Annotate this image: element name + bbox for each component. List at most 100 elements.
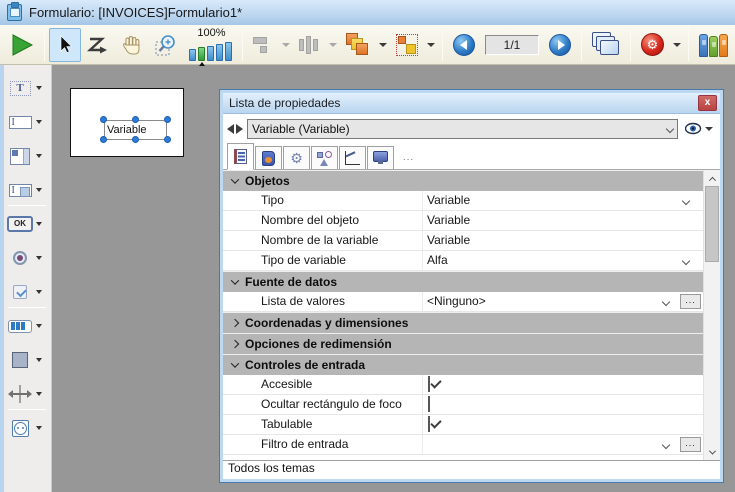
tab-more[interactable]: ... <box>395 146 422 169</box>
sidebar-item-button[interactable]: OK <box>4 211 52 237</box>
play-icon <box>10 33 34 57</box>
chevron-down-icon[interactable] <box>36 86 42 90</box>
sidebar-item-frame[interactable] <box>4 347 52 373</box>
tab-order-button[interactable] <box>81 28 115 62</box>
zoom-level-label: 100% <box>197 28 225 39</box>
selection-handle[interactable] <box>132 136 139 143</box>
actions-dropdown-arrow[interactable] <box>673 43 681 47</box>
section-label: Fuente de datos <box>245 275 337 289</box>
zoom-bars-icon <box>189 40 234 61</box>
prev-page-button[interactable] <box>447 28 481 62</box>
main-toolbar: 100% 1/1 <box>0 25 735 65</box>
tab-display-monitor[interactable] <box>367 146 394 169</box>
chevron-down-icon[interactable] <box>682 197 690 205</box>
sidebar-item-combo-box[interactable]: I <box>4 177 52 203</box>
zoom-tool-button[interactable] <box>149 28 185 62</box>
property-row-filtro-entrada[interactable]: Filtro de entrada ... <box>223 435 703 455</box>
selected-object-label: Variable (Variable) <box>252 122 667 136</box>
chevron-down-icon[interactable] <box>36 324 42 328</box>
ok-button-icon: OK <box>7 216 33 232</box>
chevron-down-icon[interactable] <box>36 392 42 396</box>
run-button[interactable] <box>4 28 40 62</box>
form-designer-window: Formulario: [INVOICES]Formulario1* <box>0 0 735 492</box>
ellipsis-button[interactable]: ... <box>680 294 701 309</box>
chevron-down-icon[interactable] <box>36 290 42 294</box>
chevron-down-icon[interactable] <box>36 120 42 124</box>
pan-tool-button[interactable] <box>115 28 149 62</box>
tab-objects-shapes[interactable] <box>311 146 338 169</box>
selection-handle[interactable] <box>164 136 171 143</box>
sidebar-item-edit-field[interactable]: I <box>4 109 52 135</box>
section-header-controles-entrada[interactable]: Controles de entrada <box>223 354 703 375</box>
chevron-down-icon[interactable] <box>662 298 670 306</box>
sidebar-item-progress-bar[interactable] <box>4 313 52 339</box>
scrollbar-thumb[interactable] <box>705 186 719 262</box>
sidebar-item-list-box[interactable] <box>4 143 52 169</box>
arrange-button[interactable] <box>340 28 376 62</box>
library-button[interactable] <box>693 28 735 62</box>
chevron-down-icon[interactable] <box>682 257 690 265</box>
sidebar-item-connector[interactable] <box>4 415 52 441</box>
section-header-objetos[interactable]: Objetos <box>223 170 703 191</box>
chevron-down-icon[interactable] <box>36 154 42 158</box>
selection-handle[interactable] <box>100 116 107 123</box>
section-header-fuente-datos[interactable]: Fuente de datos <box>223 271 703 292</box>
chevron-down-icon[interactable] <box>36 358 42 362</box>
chevron-down-icon[interactable] <box>662 441 670 449</box>
palette-separator <box>8 307 46 308</box>
object-selector-combo[interactable]: Variable (Variable) <box>247 119 678 139</box>
selection-handle[interactable] <box>100 136 107 143</box>
scroll-up-icon[interactable] <box>704 170 720 185</box>
cascade-windows-button[interactable] <box>586 28 626 62</box>
zoom-scale-widget[interactable]: 100% <box>189 28 234 61</box>
section-header-redimension[interactable]: Opciones de redimensión <box>223 333 703 354</box>
view-filter-button[interactable] <box>685 122 716 135</box>
sidebar-item-check-box[interactable] <box>4 279 52 305</box>
chevron-down-icon[interactable] <box>36 426 42 430</box>
property-value: Variable <box>427 213 470 227</box>
sidebar-item-splitter[interactable] <box>4 381 52 407</box>
toolbar-separator <box>630 29 631 61</box>
form-design-surface[interactable]: Variable <box>70 88 184 157</box>
next-object-icon[interactable] <box>236 124 243 134</box>
property-row-tipo[interactable]: Tipo Variable <box>223 191 703 211</box>
tab-styles-book[interactable] <box>255 146 282 169</box>
property-grid: Objetos Tipo Variable Nombre del objeto … <box>223 170 720 460</box>
sidebar-item-radio-button[interactable] <box>4 245 52 271</box>
property-label: Tabulable <box>223 415 423 434</box>
distribute-icon <box>299 35 320 55</box>
next-page-button[interactable] <box>543 28 577 62</box>
section-header-coordenadas[interactable]: Coordenadas y dimensiones <box>223 312 703 333</box>
selection-handle[interactable] <box>132 116 139 123</box>
grid-scrollbar[interactable] <box>703 170 720 460</box>
selection-style-button[interactable] <box>390 28 424 62</box>
checkbox-unchecked[interactable] <box>428 396 430 412</box>
arrange-dropdown-arrow[interactable] <box>379 43 387 47</box>
actions-button[interactable]: ⚙ <box>635 28 670 62</box>
property-row-lista-valores[interactable]: Lista de valores <Ninguno> ... <box>223 292 703 312</box>
property-row-tipo-variable[interactable]: Tipo de variable Alfa <box>223 251 703 271</box>
ellipsis-button[interactable]: ... <box>680 437 701 452</box>
property-row-tabulable[interactable]: Tabulable <box>223 415 703 435</box>
close-button[interactable]: x <box>698 95 717 111</box>
tab-settings-gear[interactable]: ⚙ <box>283 146 310 169</box>
dialog-titlebar[interactable]: Lista de propiedades x <box>223 93 720 114</box>
property-row-nombre-variable[interactable]: Nombre de la variable Variable <box>223 231 703 251</box>
scroll-down-icon[interactable] <box>704 445 720 460</box>
sidebar-item-text-label[interactable]: T <box>4 75 52 101</box>
tab-properties-list[interactable] <box>227 143 254 170</box>
property-row-ocultar-foco[interactable]: Ocultar rectángulo de foco <box>223 395 703 415</box>
chevron-down-icon[interactable] <box>36 188 42 192</box>
selection-style-dropdown-arrow[interactable] <box>427 43 435 47</box>
checkbox-checked[interactable] <box>428 376 430 392</box>
tab-curve-chart[interactable] <box>339 146 366 169</box>
chevron-down-icon[interactable] <box>36 222 42 226</box>
red-gear-icon: ⚙ <box>641 33 664 56</box>
property-row-accesible[interactable]: Accesible <box>223 375 703 395</box>
selection-handle[interactable] <box>164 116 171 123</box>
select-tool-button[interactable] <box>49 28 81 62</box>
prev-object-icon[interactable] <box>227 124 234 134</box>
chevron-down-icon[interactable] <box>36 256 42 260</box>
property-row-nombre-objeto[interactable]: Nombre del objeto Variable <box>223 211 703 231</box>
checkbox-checked[interactable] <box>428 416 430 432</box>
